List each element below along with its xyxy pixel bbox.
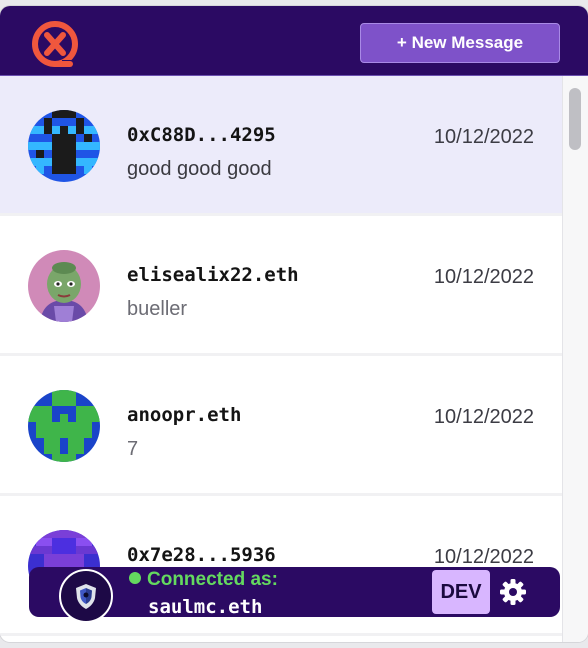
- conversation-name: 0xC88D...4295: [127, 124, 276, 146]
- conversation-name: anoopr.eth: [127, 404, 242, 426]
- conversation-name: elisealix22.eth: [127, 264, 299, 286]
- conversation-date: 10/12/2022: [433, 266, 534, 288]
- avatar: [28, 390, 100, 462]
- app-header: + New Message: [0, 6, 588, 76]
- conversation-list: 0xC88D...4295 good good good 10/12/2022: [0, 76, 562, 642]
- new-message-button[interactable]: + New Message: [360, 23, 560, 63]
- shield-icon: [76, 584, 96, 609]
- avatar: [28, 110, 100, 182]
- conversation-row[interactable]: elisealix22.eth bueller 10/12/2022: [0, 216, 562, 356]
- connected-username: saulmc.eth: [148, 596, 263, 618]
- avatar: [28, 250, 100, 322]
- app-window: + New Message 0xC88D...4295 good good go…: [0, 6, 588, 642]
- message-preview: bueller: [127, 298, 188, 320]
- scrollbar[interactable]: [562, 76, 588, 642]
- gear-icon[interactable]: [499, 578, 527, 606]
- user-avatar[interactable]: [59, 569, 113, 623]
- connection-status: Connected as:: [129, 569, 278, 591]
- connection-footer: Connected as: saulmc.eth DEV: [29, 567, 560, 623]
- message-preview: good good good: [127, 158, 272, 180]
- status-dot-icon: [129, 572, 141, 584]
- conversation-date: 10/12/2022: [433, 546, 534, 568]
- conversation-row[interactable]: anoopr.eth 7 10/12/2022: [0, 356, 562, 496]
- scrollbar-thumb[interactable]: [569, 88, 581, 150]
- env-badge[interactable]: DEV: [432, 570, 490, 614]
- message-preview: 7: [127, 438, 139, 460]
- xmtp-logo-icon[interactable]: [26, 18, 86, 70]
- conversation-row[interactable]: 0xC88D...4295 good good good 10/12/2022: [0, 76, 562, 216]
- conversation-date: 10/12/2022: [433, 126, 534, 148]
- status-label: Connected as:: [147, 569, 278, 590]
- conversation-date: 10/12/2022: [433, 406, 534, 428]
- conversation-name: 0x7e28...5936: [127, 544, 276, 566]
